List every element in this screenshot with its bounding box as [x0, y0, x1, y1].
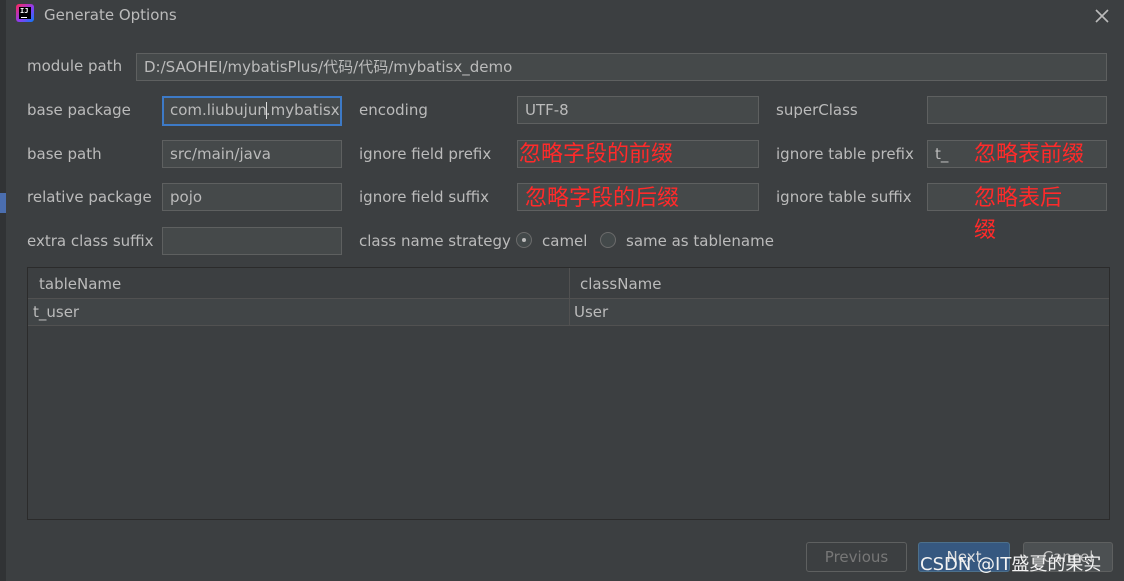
column-header-classname[interactable]: className	[580, 268, 662, 298]
base-package-field[interactable]: com.liubujun.mybatisx	[162, 96, 342, 126]
background-selection-marker	[0, 193, 6, 213]
same-as-tablename-radio[interactable]	[600, 232, 616, 248]
same-as-tablename-radio-label[interactable]: same as tablename	[626, 232, 774, 250]
base-package-text-after: .mybatisx	[265, 101, 340, 119]
relative-package-field[interactable]: pojo	[162, 183, 342, 211]
previous-button[interactable]: Previous	[806, 542, 907, 572]
column-header-tablename[interactable]: tableName	[39, 268, 121, 298]
annotation-field-prefix: 忽略字段的前缀	[519, 142, 674, 167]
camel-radio-label[interactable]: camel	[542, 232, 587, 250]
encoding-label: encoding	[359, 101, 428, 119]
extra-class-suffix-field[interactable]	[162, 227, 342, 255]
ignore-table-suffix-label: ignore table suffix	[776, 188, 912, 206]
title-bar: IJ Generate Options	[0, 0, 1124, 34]
csdn-watermark: CSDN @IT盛夏的果实	[920, 554, 1102, 575]
class-name-strategy-label: class name strategy	[359, 232, 511, 250]
cell-tablename[interactable]: t_user	[33, 299, 79, 325]
close-icon[interactable]	[1092, 6, 1112, 26]
generate-options-dialog: IJ Generate Options module path D:/SAOHE…	[0, 0, 1124, 581]
dialog-title: Generate Options	[44, 6, 177, 24]
module-path-label: module path	[27, 57, 123, 75]
superclass-field[interactable]	[927, 96, 1107, 124]
table-mapping-grid[interactable]: tableName className t_user User	[27, 267, 1110, 520]
module-path-field[interactable]: D:/SAOHEI/mybatisPlus/代码/代码/mybatisx_dem…	[136, 53, 1107, 81]
base-path-label: base path	[27, 145, 102, 163]
annotation-table-suffix-line1: 忽略表后	[974, 186, 1063, 211]
ignore-table-prefix-label: ignore table prefix	[776, 145, 914, 163]
annotation-table-suffix-line2: 缀	[974, 218, 997, 243]
annotation-table-prefix: 忽略表前缀	[974, 142, 1085, 167]
superclass-label: superClass	[776, 101, 858, 119]
encoding-field[interactable]: UTF-8	[517, 96, 759, 124]
relative-package-label: relative package	[27, 188, 152, 206]
camel-radio[interactable]	[516, 232, 532, 248]
base-package-label: base package	[27, 101, 131, 119]
ignore-field-suffix-label: ignore field suffix	[359, 188, 490, 206]
column-divider[interactable]	[569, 268, 570, 325]
base-path-field[interactable]: src/main/java	[162, 140, 342, 168]
annotation-field-suffix: 忽略字段的后缀	[525, 186, 680, 211]
base-package-text-before: com.liubujun	[170, 101, 267, 119]
intellij-app-icon: IJ	[16, 4, 34, 22]
cell-classname[interactable]: User	[574, 299, 608, 325]
ignore-field-prefix-label: ignore field prefix	[359, 145, 492, 163]
background-window-strip	[0, 0, 6, 581]
extra-class-suffix-label: extra class suffix	[27, 232, 154, 250]
